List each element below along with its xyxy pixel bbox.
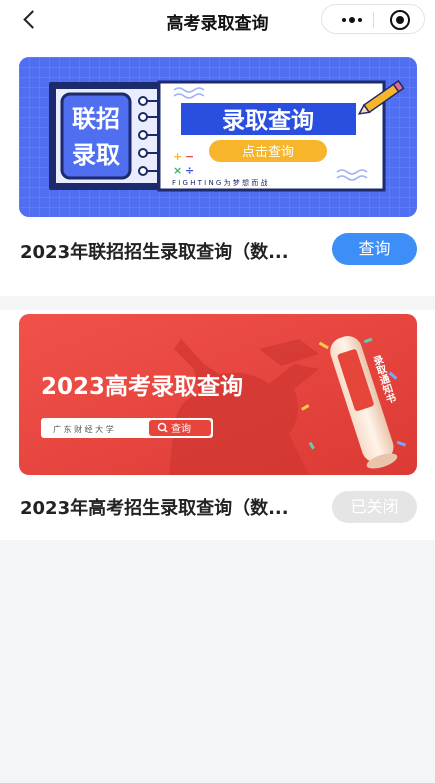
banner-cta: 点击查询 [242,145,294,160]
closed-button: 已关闭 [332,491,417,523]
banner-search-button: 查询 [171,422,191,435]
mini-program-capsule [321,4,425,34]
banner-gaokao-admission[interactable]: 2023高考录取查询 广 东 财 经 大 学 查询 录取通知书 [19,314,417,475]
result-card-2: 2023高考录取查询 广 东 财 经 大 学 查询 录取通知书 2023年高考招… [0,310,435,540]
more-menu-icon[interactable] [334,5,370,33]
svg-text:÷: ÷ [185,164,194,177]
svg-text:×: × [173,164,182,177]
banner-joint-admission[interactable]: 联招 录取 录取查询 点击查询 F I G H T I N G 为 梦 想 而 … [19,57,417,217]
close-target-icon[interactable] [390,10,410,30]
banner-joint-admission-art: 联招 录取 录取查询 点击查询 F I G H T I N G 为 梦 想 而 … [19,57,417,217]
banner-slogan: F I G H T I N G 为 梦 想 而 战 [172,178,267,187]
svg-text:+: + [173,150,182,163]
result-card-1: 联招 录取 录取查询 点击查询 F I G H T I N G 为 梦 想 而 … [0,40,435,296]
badge-text-line2: 录取 [72,141,120,169]
banner-gaokao-admission-art: 2023高考录取查询 广 东 财 经 大 学 查询 录取通知书 [19,314,417,475]
svg-text:−: − [185,150,194,163]
nav-bar: 高考录取查询 [0,0,435,40]
card-title: 2023年联招招生录取查询（数... [20,242,289,263]
banner-headline: 2023高考录取查询 [41,373,243,400]
capsule-divider [373,12,374,28]
query-button[interactable]: 查询 [332,233,417,265]
banner-search-placeholder: 广 东 财 经 大 学 [53,424,114,434]
badge-text-line1: 联招 [72,105,120,133]
card-title: 2023年高考招生录取查询（数... [20,498,289,519]
banner-headline: 录取查询 [222,107,314,134]
